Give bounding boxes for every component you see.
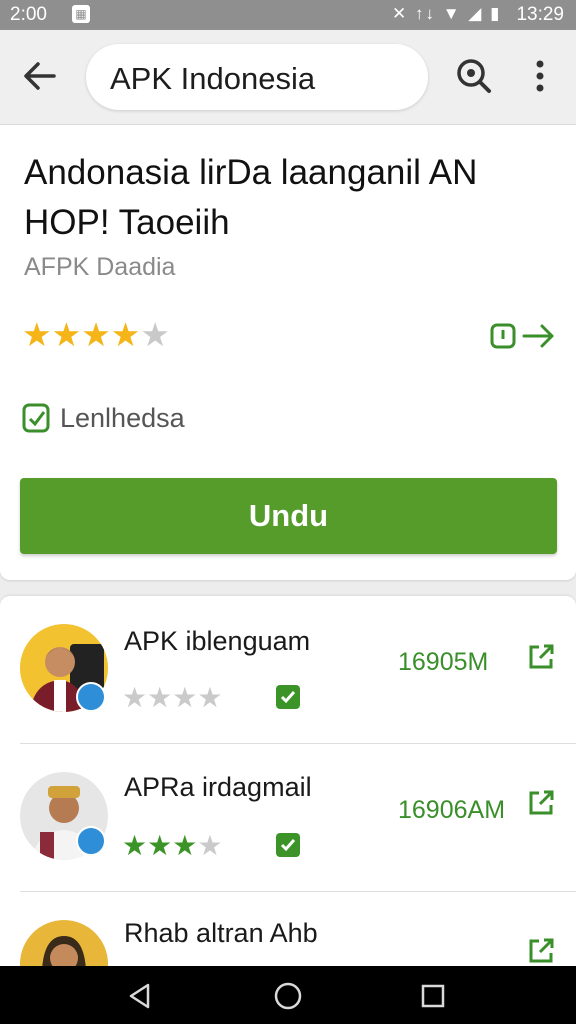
- nav-recents-icon[interactable]: [420, 983, 446, 1009]
- list-item[interactable]: APK iblenguam ★★★★ 16905M: [0, 596, 576, 744]
- star-icon: ★: [122, 682, 148, 713]
- open-external-icon: [529, 790, 554, 815]
- status-time-right: 13:29: [516, 4, 564, 25]
- install-button[interactable]: Undu: [20, 478, 557, 554]
- back-arrow-icon: [24, 62, 56, 90]
- star-icon: ★: [110, 316, 141, 353]
- nav-home-icon[interactable]: [273, 981, 303, 1011]
- mute-icon: ✕: [392, 4, 409, 23]
- open-external-icon: [529, 644, 554, 669]
- open-external-icon: [529, 938, 554, 963]
- verified-badge-icon: [76, 682, 106, 712]
- star-icon: ★: [172, 830, 198, 861]
- list-item-title: Rhab altran Ahb: [124, 918, 318, 948]
- more-options-button[interactable]: [520, 54, 560, 98]
- related-apps-list: APK iblenguam ★★★★ 16905M APRa irdagmail…: [0, 596, 576, 966]
- verified-label: Lenlhedsa: [60, 403, 185, 433]
- app-bar: APK Indonesia: [0, 30, 576, 125]
- navigation-bar: [0, 966, 576, 1024]
- list-item-title: APK iblenguam: [124, 626, 311, 656]
- check-badge-icon: [276, 685, 300, 709]
- star-icon: ★: [147, 682, 173, 713]
- search-icon: [457, 59, 491, 93]
- star-icon: ★: [172, 682, 198, 713]
- list-item-size: 16905M: [398, 648, 489, 676]
- star-icon: ★: [22, 316, 52, 353]
- star-icon: ★: [147, 830, 173, 861]
- back-button[interactable]: [18, 54, 62, 98]
- star-icon: ★: [81, 316, 111, 353]
- list-item-rating: ★★★★: [122, 680, 223, 713]
- status-bar: 2:00 ▦ ✕ ↑↓ ▼ ◢ ▮ 13:29: [0, 0, 576, 30]
- verified-check-icon: [22, 403, 50, 433]
- forward-arrow-icon: [490, 323, 554, 349]
- open-app-button[interactable]: [526, 936, 556, 966]
- list-item-size: 16906AM: [398, 796, 506, 824]
- battery-icon: ▮: [490, 4, 502, 23]
- star-icon: ★: [140, 316, 170, 353]
- list-item-rating: ★★★★: [122, 828, 223, 861]
- list-item[interactable]: APRa irdagmail ★★★★ 16906AM: [0, 744, 576, 892]
- app-rating: ★★★★★: [22, 317, 170, 353]
- nav-back-icon[interactable]: [126, 982, 154, 1010]
- notification-icon: ▦: [72, 5, 90, 23]
- star-icon: ★: [51, 316, 82, 353]
- star-icon: ★: [197, 682, 223, 713]
- search-query: APK Indonesia: [110, 61, 316, 96]
- search-button[interactable]: [452, 54, 496, 98]
- status-time-left: 2:00: [10, 4, 47, 25]
- star-icon: ★: [197, 830, 223, 861]
- more-vert-icon: [536, 60, 544, 92]
- list-item-title: APRa irdagmail: [124, 772, 312, 802]
- open-details-link[interactable]: [490, 321, 556, 351]
- system-icons: ✕ ↑↓ ▼ ◢ ▮: [392, 4, 501, 24]
- search-field[interactable]: APK Indonesia: [86, 44, 428, 110]
- wifi-icon: ▼: [442, 4, 462, 23]
- list-item[interactable]: Rhab altran Ahb: [0, 892, 576, 966]
- app-title: Andonasia lirDa laanganil AN HOP! Taoeii…: [24, 153, 478, 242]
- open-app-button[interactable]: [526, 642, 556, 672]
- app-detail-card: Andonasia lirDa laanganil AN HOP! Taoeii…: [0, 125, 576, 580]
- app-developer: AFPK Daadia: [24, 253, 176, 281]
- check-badge-icon: [276, 833, 300, 857]
- verified-badge-icon: [76, 826, 106, 856]
- signal-icon: ◢: [468, 4, 484, 23]
- avatar: [20, 920, 108, 966]
- star-icon: ★: [122, 830, 148, 861]
- open-app-button[interactable]: [526, 788, 556, 818]
- data-4g-icon: ↑↓: [414, 4, 436, 23]
